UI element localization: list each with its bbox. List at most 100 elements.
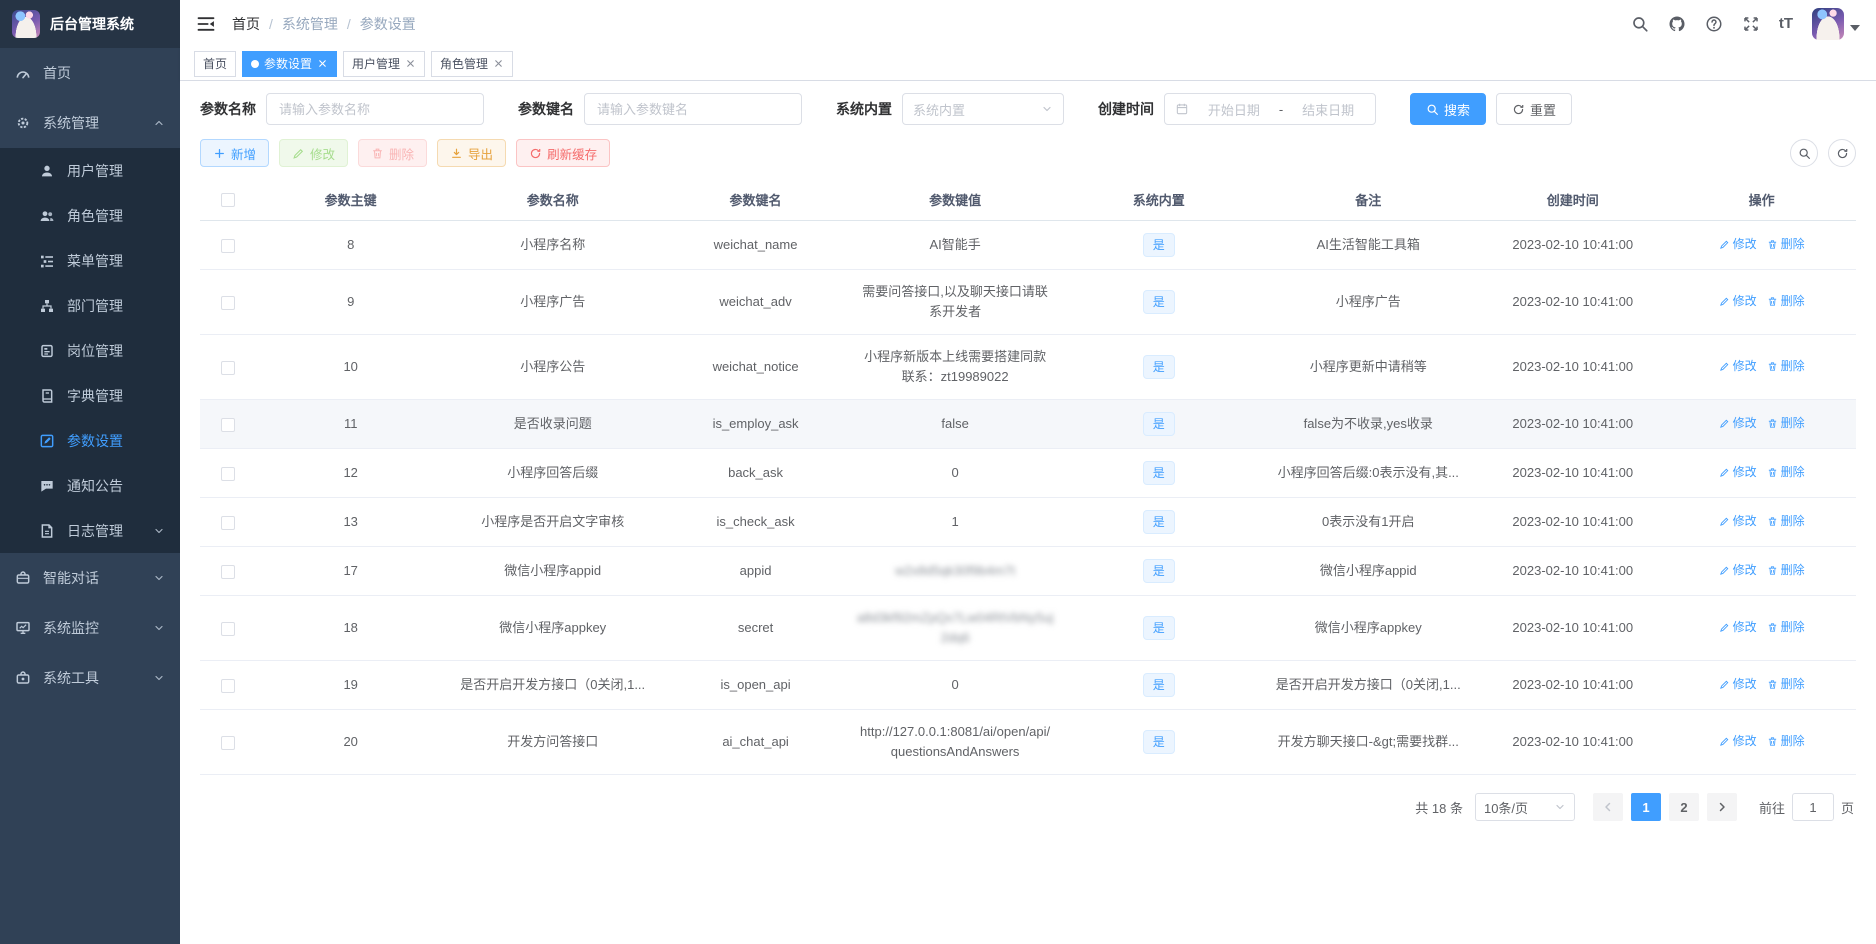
tab-角色管理[interactable]: 角色管理 <box>431 50 514 77</box>
row-edit-link[interactable]: 修改 <box>1719 674 1757 694</box>
sidebar-item-角色管理[interactable]: 角色管理 <box>0 193 180 238</box>
font-size-icon[interactable]: tT <box>1779 15 1793 32</box>
sidebar-item-岗位管理[interactable]: 岗位管理 <box>0 328 180 373</box>
row-edit-link[interactable]: 修改 <box>1719 511 1757 531</box>
sidebar-item-参数设置[interactable]: 参数设置 <box>0 418 180 463</box>
next-page-button[interactable] <box>1706 793 1737 821</box>
row-delete-link[interactable]: 删除 <box>1767 234 1805 254</box>
cell-param-id: 11 <box>256 399 446 449</box>
refresh-cache-button[interactable]: 刷新缓存 <box>516 139 611 167</box>
refresh-table-button[interactable] <box>1828 139 1856 167</box>
row-delete-link[interactable]: 删除 <box>1767 617 1805 637</box>
navbar-actions: tT <box>1631 7 1860 40</box>
cell-param-id: 19 <box>256 660 446 710</box>
row-checkbox[interactable] <box>221 417 236 432</box>
sidebar-item-菜单管理[interactable]: 菜单管理 <box>0 238 180 283</box>
toggle-search-button[interactable] <box>1790 139 1818 167</box>
sidebar-toggle-icon[interactable] <box>196 14 216 34</box>
breadcrumb-home[interactable]: 首页 <box>232 14 260 34</box>
row-edit-link[interactable]: 修改 <box>1719 291 1757 311</box>
add-button[interactable]: 新增 <box>200 139 270 167</box>
row-delete-link[interactable]: 删除 <box>1767 674 1805 694</box>
user-menu[interactable] <box>1812 7 1860 40</box>
row-delete-link[interactable]: 删除 <box>1767 291 1805 311</box>
sidebar-item-通知公告[interactable]: 通知公告 <box>0 463 180 508</box>
github-icon[interactable] <box>1668 15 1686 33</box>
export-button[interactable]: 导出 <box>437 139 507 167</box>
app-logo[interactable]: 后台管理系统 <box>0 0 180 48</box>
tab-参数设置[interactable]: 参数设置 <box>242 50 338 77</box>
row-edit-link[interactable]: 修改 <box>1719 413 1757 433</box>
table-row: 12 小程序回答后缀 back_ask 0 是 小程序回答后缀:0表示没有,其... 202… <box>200 448 1856 498</box>
delete-button[interactable]: 删除 <box>358 139 428 167</box>
page-button-1[interactable]: 1 <box>1630 793 1661 821</box>
reset-button[interactable]: 重置 <box>1496 93 1573 125</box>
sidebar-item-日志管理[interactable]: 日志管理 <box>0 508 180 553</box>
app-title: 后台管理系统 <box>50 16 134 32</box>
cell-builtin: 是 <box>1059 220 1259 270</box>
cell-param-name: 小程序公告 <box>445 334 661 400</box>
row-edit-link[interactable]: 修改 <box>1719 356 1757 376</box>
sidebar-item-系统管理[interactable]: 系统管理 <box>0 98 180 148</box>
row-delete-link[interactable]: 删除 <box>1767 560 1805 580</box>
breadcrumb-section[interactable]: 系统管理 <box>282 14 338 34</box>
sidebar-item-字典管理[interactable]: 字典管理 <box>0 373 180 418</box>
create-time-label: 创建时间 <box>1098 101 1154 117</box>
goto-page-input[interactable] <box>1791 793 1834 821</box>
row-checkbox[interactable] <box>221 564 236 579</box>
sidebar-item-系统监控[interactable]: 系统监控 <box>0 603 180 653</box>
row-checkbox[interactable] <box>221 678 236 693</box>
tab-首页[interactable]: 首页 <box>194 50 237 77</box>
param-key-input[interactable] <box>584 93 802 125</box>
sidebar-item-首页[interactable]: 首页 <box>0 48 180 98</box>
help-icon[interactable] <box>1705 15 1723 33</box>
prev-page-button[interactable] <box>1592 793 1623 821</box>
fullscreen-icon[interactable] <box>1742 15 1760 33</box>
calendar-icon <box>1175 102 1189 116</box>
cell-actions: 修改 删除 <box>1667 595 1856 661</box>
row-delete-link[interactable]: 删除 <box>1767 356 1805 376</box>
search-button[interactable]: 搜索 <box>1410 93 1487 125</box>
page-size-select[interactable]: 10条/页 <box>1474 793 1575 821</box>
page-button-2[interactable]: 2 <box>1668 793 1699 821</box>
row-checkbox[interactable] <box>221 466 236 481</box>
row-checkbox[interactable] <box>221 238 236 253</box>
sidebar-item-label: 智能对话 <box>43 570 99 586</box>
builtin-select[interactable]: 系统内置 <box>902 93 1064 125</box>
select-all-checkbox[interactable] <box>221 193 236 208</box>
cell-checkbox <box>200 399 257 449</box>
row-delete-link[interactable]: 删除 <box>1767 511 1805 531</box>
sidebar-item-智能对话[interactable]: 智能对话 <box>0 553 180 603</box>
row-checkbox[interactable] <box>221 621 236 636</box>
sidebar-item-系统工具[interactable]: 系统工具 <box>0 653 180 703</box>
date-range-picker[interactable]: 开始日期 - 结束日期 <box>1164 93 1376 125</box>
row-checkbox[interactable] <box>221 735 236 750</box>
row-edit-link[interactable]: 修改 <box>1719 462 1757 482</box>
row-checkbox[interactable] <box>221 515 236 530</box>
sidebar-item-用户管理[interactable]: 用户管理 <box>0 148 180 193</box>
row-checkbox[interactable] <box>221 295 236 310</box>
row-checkbox[interactable] <box>221 360 236 375</box>
chevron-down-icon <box>153 672 165 684</box>
sidebar-item-部门管理[interactable]: 部门管理 <box>0 283 180 328</box>
row-delete-link[interactable]: 删除 <box>1767 413 1805 433</box>
avatar[interactable] <box>1812 7 1844 40</box>
search-icon[interactable] <box>1631 15 1649 33</box>
row-edit-link[interactable]: 修改 <box>1719 560 1757 580</box>
row-delete-link[interactable]: 删除 <box>1767 462 1805 482</box>
cell-param-value: 0 <box>850 448 1060 498</box>
row-edit-link[interactable]: 修改 <box>1719 731 1757 751</box>
row-edit-link[interactable]: 修改 <box>1719 234 1757 254</box>
edit-button[interactable]: 修改 <box>279 139 349 167</box>
param-name-input[interactable] <box>266 93 484 125</box>
cell-param-id: 10 <box>256 334 446 400</box>
edit-square-icon <box>39 433 55 449</box>
close-icon[interactable] <box>493 58 504 69</box>
row-delete-link[interactable]: 删除 <box>1767 731 1805 751</box>
close-icon[interactable] <box>405 58 416 69</box>
tab-用户管理[interactable]: 用户管理 <box>343 50 426 77</box>
app-logo-image <box>12 10 40 38</box>
close-icon[interactable] <box>317 58 328 69</box>
row-edit-link[interactable]: 修改 <box>1719 617 1757 637</box>
chevron-right-icon <box>1716 801 1728 813</box>
